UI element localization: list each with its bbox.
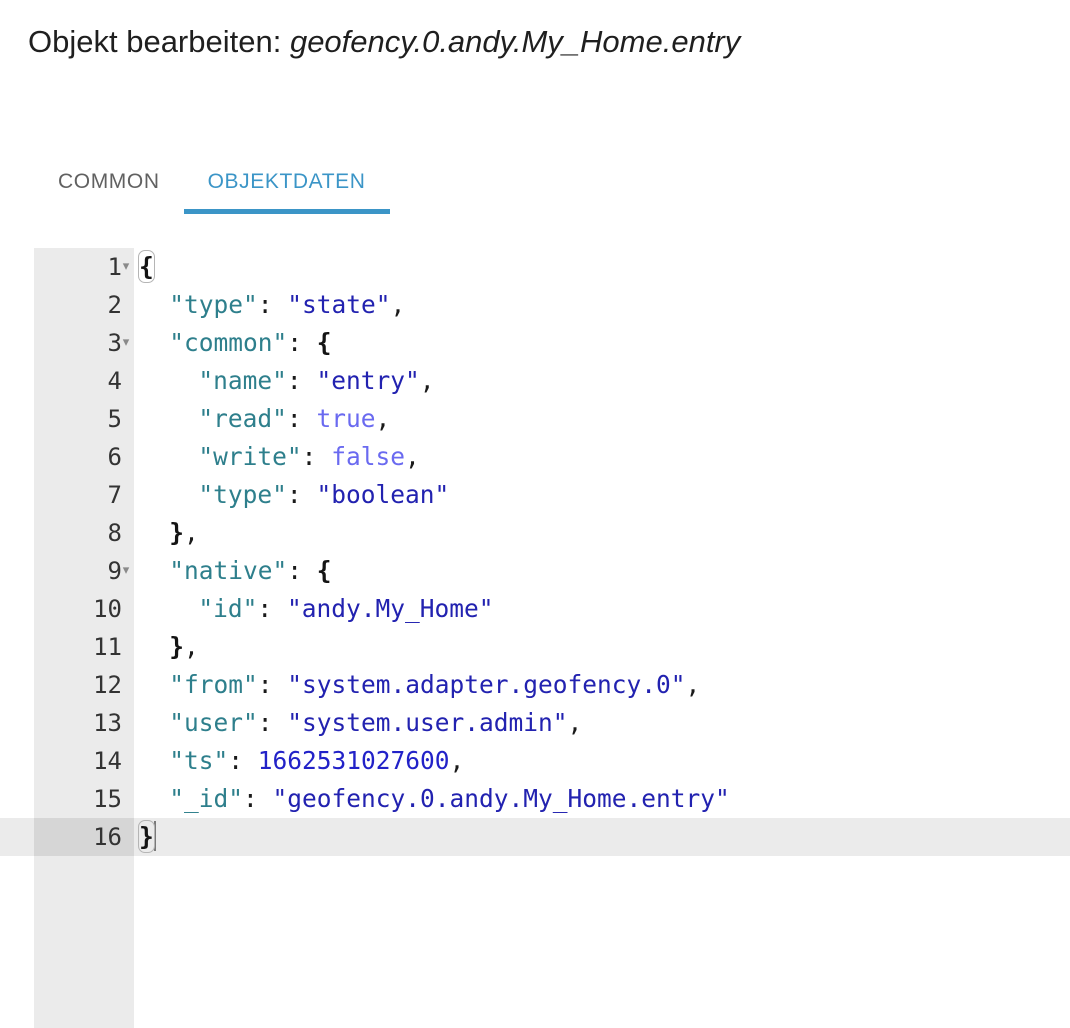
editor-code-lines[interactable]: 1 ▾{2 "type": "state", 3 ▾ "common": { 4 "name"…	[0, 248, 1070, 856]
line-number: 5	[34, 400, 134, 438]
code-line[interactable]: 2 "type": "state",	[0, 286, 1070, 324]
code-line-text: "_id": "geofency.0.andy.My_Home.entry"	[169, 784, 730, 813]
code-line-text: {	[138, 248, 155, 286]
line-number: 1 ▾	[34, 248, 134, 286]
code-line[interactable]: 7 "type": "boolean"	[0, 476, 1070, 514]
code-line[interactable]: 9 ▾ "native": {	[0, 552, 1070, 590]
code-line-text: "name": "entry",	[198, 366, 435, 395]
line-number: 8	[34, 514, 134, 552]
code-line[interactable]: 6 "write": false,	[0, 438, 1070, 476]
code-line-text: "ts": 1662531027600,	[169, 746, 465, 775]
code-line[interactable]: 10 "id": "andy.My_Home"	[0, 590, 1070, 628]
bracket-match-close: }	[138, 820, 155, 853]
code-line-text: "user": "system.user.admin",	[169, 708, 583, 737]
code-line[interactable]: 4 "name": "entry",	[0, 362, 1070, 400]
code-line[interactable]: 16}	[0, 818, 1070, 856]
code-line-text: "type": "boolean"	[198, 480, 450, 509]
code-line-text: },	[169, 632, 199, 661]
page-title-object-id: geofency.0.andy.My_Home.entry	[289, 24, 741, 59]
line-number: 2	[34, 286, 134, 324]
line-number: 12	[34, 666, 134, 704]
code-line-text: "common": {	[169, 328, 332, 357]
tab-common-label: COMMON	[58, 170, 160, 193]
tab-common[interactable]: COMMON	[34, 128, 184, 214]
code-line[interactable]: 15 "_id": "geofency.0.andy.My_Home.entry"	[0, 780, 1070, 818]
line-number: 16	[34, 818, 134, 856]
line-number: 14	[34, 742, 134, 780]
tab-objektdaten-label: OBJEKTDATEN	[207, 170, 366, 193]
code-line[interactable]: 12 "from": "system.adapter.geofency.0",	[0, 666, 1070, 704]
page-title: Objekt bearbeiten: geofency.0.andy.My_Ho…	[28, 22, 740, 62]
code-line[interactable]: 3 ▾ "common": {	[0, 324, 1070, 362]
line-number: 7	[34, 476, 134, 514]
line-number: 11	[34, 628, 134, 666]
line-number: 10	[34, 590, 134, 628]
line-number: 4	[34, 362, 134, 400]
code-line-text: "native": {	[169, 556, 332, 585]
text-cursor	[153, 821, 156, 851]
tab-objektdaten-indicator	[183, 209, 390, 214]
fold-toggle-icon[interactable]: ▾	[119, 324, 133, 362]
page-title-prefix: Objekt bearbeiten:	[28, 24, 290, 59]
line-number: 15	[34, 780, 134, 818]
code-line[interactable]: 11},	[0, 628, 1070, 666]
line-number: 6	[34, 438, 134, 476]
code-line-text: "id": "andy.My_Home"	[198, 594, 494, 623]
code-line[interactable]: 14 "ts": 1662531027600,	[0, 742, 1070, 780]
tab-bar: COMMON OBJEKTDATEN	[34, 128, 390, 214]
fold-toggle-icon[interactable]: ▾	[119, 552, 133, 590]
code-line-text: },	[169, 518, 199, 547]
code-line[interactable]: 5 "read": true,	[0, 400, 1070, 438]
code-line[interactable]: 8},	[0, 514, 1070, 552]
code-line[interactable]: 13 "user": "system.user.admin",	[0, 704, 1070, 742]
line-number: 13	[34, 704, 134, 742]
fold-toggle-icon[interactable]: ▾	[119, 248, 133, 286]
line-number: 9 ▾	[34, 552, 134, 590]
code-line-text: }	[138, 818, 156, 856]
code-line-text: "from": "system.adapter.geofency.0",	[169, 670, 701, 699]
code-line-text: "read": true,	[198, 404, 391, 433]
code-line-text: "write": false,	[198, 442, 420, 471]
line-number: 3 ▾	[34, 324, 134, 362]
tab-objektdaten[interactable]: OBJEKTDATEN	[183, 128, 390, 214]
code-line[interactable]: 1 ▾{	[0, 248, 1070, 286]
code-line-text: "type": "state",	[169, 290, 406, 319]
bracket-match-open: {	[138, 250, 155, 283]
json-code-editor[interactable]: 1 ▾{2 "type": "state", 3 ▾ "common": { 4 "name"…	[0, 248, 1070, 1028]
